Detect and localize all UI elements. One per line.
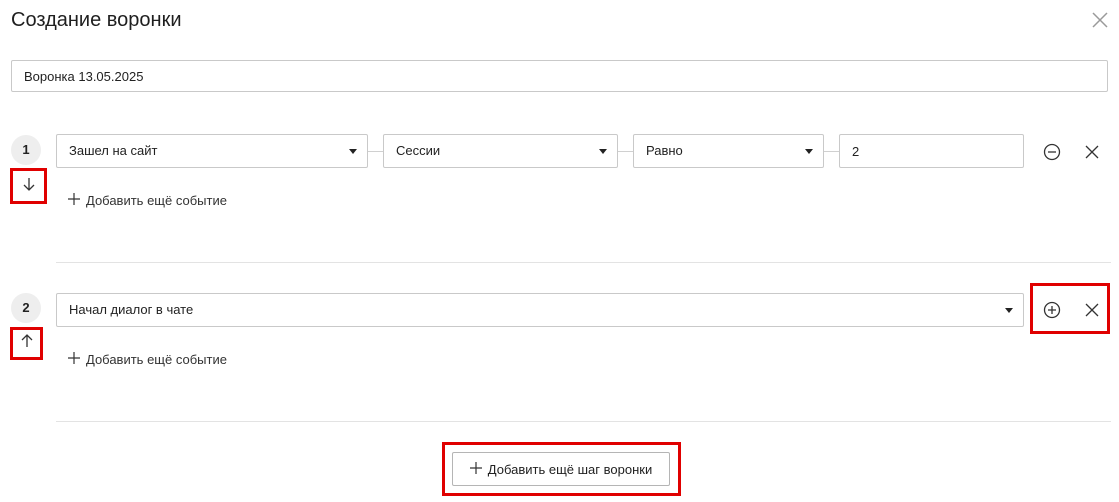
close-icon[interactable] xyxy=(1090,10,1110,30)
connector-line xyxy=(618,151,633,152)
operator-select-value: Равно xyxy=(646,143,683,158)
add-funnel-step-button[interactable]: Добавить ещё шаг воронки xyxy=(452,452,670,486)
add-event-label: Добавить ещё событие xyxy=(86,352,227,367)
plus-circle-icon[interactable] xyxy=(1040,298,1064,322)
caret-down-icon xyxy=(805,149,813,154)
move-step-down-button[interactable] xyxy=(10,168,47,204)
move-step-up-button[interactable] xyxy=(10,327,43,360)
close-icon[interactable] xyxy=(1080,140,1104,164)
add-funnel-step-label: Добавить ещё шаг воронки xyxy=(487,461,653,477)
plus-icon xyxy=(68,352,80,368)
caret-down-icon xyxy=(349,149,357,154)
plus-icon xyxy=(469,461,482,477)
step-divider xyxy=(56,421,1111,422)
caret-down-icon xyxy=(1005,308,1013,313)
connector-line xyxy=(368,151,383,152)
add-event-button[interactable]: Добавить ещё событие xyxy=(68,193,227,209)
add-event-label: Добавить ещё событие xyxy=(86,193,227,208)
value-input[interactable] xyxy=(839,134,1024,168)
parameter-select-value: Сессии xyxy=(396,143,441,158)
minus-circle-icon[interactable] xyxy=(1040,140,1064,164)
arrow-down-icon xyxy=(22,176,36,197)
event-select[interactable]: Зашел на сайт xyxy=(56,134,368,168)
connector-line xyxy=(824,151,839,152)
parameter-select[interactable]: Сессии xyxy=(383,134,618,168)
funnel-name-input[interactable] xyxy=(11,60,1108,92)
operator-select[interactable]: Равно xyxy=(633,134,824,168)
dialog-title: Создание воронки xyxy=(11,9,182,31)
arrow-up-icon xyxy=(20,333,34,354)
caret-down-icon xyxy=(599,149,607,154)
add-event-button[interactable]: Добавить ещё событие xyxy=(68,352,227,368)
plus-icon xyxy=(68,193,80,209)
step-number-badge: 2 xyxy=(11,293,41,323)
event-select-value: Начал диалог в чате xyxy=(69,302,194,317)
event-select-value: Зашел на сайт xyxy=(69,143,158,158)
step-number-badge: 1 xyxy=(11,135,41,165)
funnel-dialog: Создание воронки 1 Зашел на сайт Сессии … xyxy=(0,0,1119,502)
event-select[interactable]: Начал диалог в чате xyxy=(56,293,1024,327)
close-icon[interactable] xyxy=(1080,298,1104,322)
step-divider xyxy=(56,262,1111,263)
